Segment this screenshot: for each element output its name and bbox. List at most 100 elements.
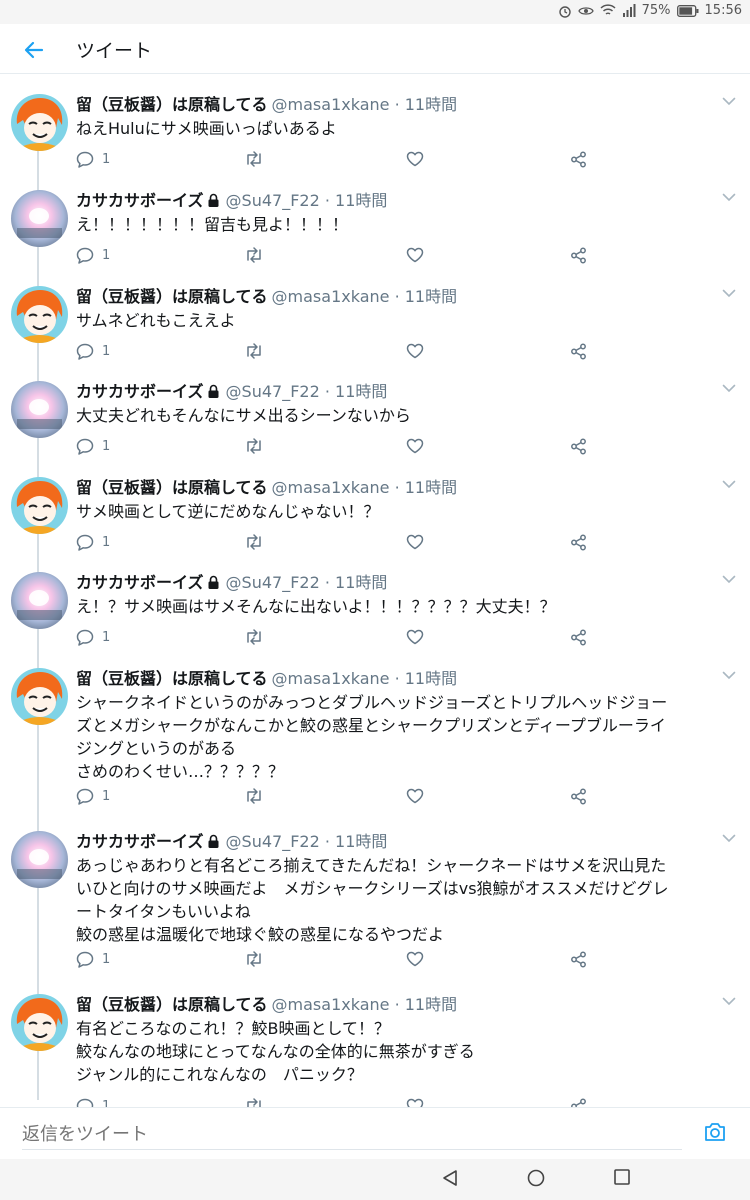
page-title: ツイート	[76, 40, 153, 62]
chevron-down-icon[interactable]	[722, 384, 736, 393]
user-name[interactable]: カサカサボーイズ	[76, 382, 204, 401]
like-button[interactable]	[406, 436, 424, 456]
tweet-time: · 11時間	[389, 995, 458, 1014]
tweet-text: シャークネイドというのがみっつとダブルヘッドジョーズとトリプルヘッドジョー ズと…	[76, 693, 668, 781]
reply-button[interactable]: 1	[76, 436, 110, 456]
retweet-button[interactable]	[244, 245, 264, 265]
user-handle[interactable]: @Su47_F22	[226, 573, 320, 592]
user-name[interactable]: 留（豆板醤）は原稿してる	[76, 287, 268, 306]
avatar[interactable]	[11, 381, 68, 438]
share-button[interactable]	[570, 341, 587, 361]
reply-button[interactable]: 1	[76, 341, 110, 361]
reply-count: 1	[102, 247, 111, 263]
chevron-down-icon[interactable]	[722, 997, 736, 1006]
avatar[interactable]	[11, 572, 68, 629]
like-button[interactable]	[406, 627, 424, 647]
tweet-header: 留（豆板醤）は原稿してる @masa1xkane · 11時間	[76, 668, 710, 690]
user-handle[interactable]: @masa1xkane	[272, 95, 390, 114]
like-button[interactable]	[406, 786, 424, 806]
reply-button[interactable]: 1	[76, 949, 110, 969]
avatar[interactable]	[11, 94, 68, 151]
reply-button[interactable]: 1	[76, 245, 110, 265]
share-button[interactable]	[570, 627, 587, 647]
lock-icon	[208, 834, 219, 848]
reply-count: 1	[102, 534, 111, 550]
user-handle[interactable]: @Su47_F22	[226, 191, 320, 210]
retweet-button[interactable]	[244, 949, 264, 969]
user-name[interactable]: 留（豆板醤）は原稿してる	[76, 95, 268, 114]
tweet-time: · 11時間	[389, 287, 458, 306]
share-button[interactable]	[570, 949, 587, 969]
user-name[interactable]: カサカサボーイズ	[76, 573, 204, 592]
share-button[interactable]	[570, 436, 587, 456]
user-handle[interactable]: @Su47_F22	[226, 832, 320, 851]
chevron-down-icon[interactable]	[722, 480, 736, 489]
retweet-button[interactable]	[244, 627, 264, 647]
like-button[interactable]	[406, 949, 424, 969]
retweet-icon	[247, 343, 261, 359]
avatar[interactable]	[11, 286, 68, 343]
heart-icon	[406, 788, 424, 804]
user-name[interactable]: 留（豆板醤）は原稿してる	[76, 995, 268, 1014]
tweet-header: 留（豆板醤）は原稿してる @masa1xkane · 11時間	[76, 477, 710, 499]
tweet-time: · 11時間	[319, 573, 388, 592]
arrow-left-icon[interactable]	[22, 38, 46, 62]
like-button[interactable]	[406, 532, 424, 552]
share-button[interactable]	[570, 245, 587, 265]
avatar[interactable]	[11, 831, 68, 888]
tweet-header: カサカサボーイズ @Su47_F22 · 11時間	[76, 831, 710, 853]
retweet-button[interactable]	[244, 436, 264, 456]
home-circle-icon[interactable]	[527, 1169, 545, 1187]
camera-icon[interactable]	[704, 1122, 726, 1142]
chevron-down-icon[interactable]	[722, 575, 736, 584]
chevron-down-icon[interactable]	[722, 671, 736, 680]
retweet-button[interactable]	[244, 149, 264, 169]
user-handle[interactable]: @masa1xkane	[272, 995, 390, 1014]
chevron-down-icon[interactable]	[722, 97, 736, 106]
chevron-down-icon[interactable]	[722, 834, 736, 843]
reply-count: 1	[102, 151, 111, 167]
heart-icon	[406, 343, 424, 359]
retweet-button[interactable]	[244, 786, 264, 806]
retweet-button[interactable]	[244, 341, 264, 361]
clock-time: 15:56	[704, 3, 742, 18]
like-button[interactable]	[406, 245, 424, 265]
signal-icon	[622, 4, 636, 17]
user-name[interactable]: カサカサボーイズ	[76, 832, 204, 851]
chevron-down-icon[interactable]	[722, 289, 736, 298]
recents-square-icon[interactable]	[614, 1169, 630, 1185]
share-button[interactable]	[570, 532, 587, 552]
user-name[interactable]: 留（豆板醤）は原稿してる	[76, 669, 268, 688]
like-button[interactable]	[406, 341, 424, 361]
like-button[interactable]	[406, 149, 424, 169]
avatar[interactable]	[11, 190, 68, 247]
tweet-header: 留（豆板醤）は原稿してる @masa1xkane · 11時間	[76, 994, 710, 1016]
avatar[interactable]	[11, 477, 68, 534]
share-button[interactable]	[570, 149, 587, 169]
tweet-actions: 1	[76, 786, 676, 806]
retweet-button[interactable]	[244, 532, 264, 552]
user-handle[interactable]: @Su47_F22	[226, 382, 320, 401]
back-triangle-icon[interactable]	[442, 1169, 458, 1187]
avatar[interactable]	[11, 668, 68, 725]
tweet-text: え！！！！！！！留吉も見よ！！！！	[76, 215, 349, 234]
user-name[interactable]: カサカサボーイズ	[76, 191, 204, 210]
user-handle[interactable]: @masa1xkane	[272, 478, 390, 497]
chevron-down-icon[interactable]	[722, 193, 736, 202]
user-handle[interactable]: @masa1xkane	[272, 287, 390, 306]
user-name[interactable]: 留（豆板醤）は原稿してる	[76, 478, 268, 497]
tweet-actions: 1	[76, 949, 676, 969]
tweet-actions: 1	[76, 436, 676, 456]
avatar[interactable]	[11, 994, 68, 1051]
reply-button[interactable]: 1	[76, 532, 110, 552]
reply-input[interactable]	[22, 1120, 682, 1150]
heart-icon	[406, 629, 424, 645]
user-handle[interactable]: @masa1xkane	[272, 669, 390, 688]
app-bar: ツイート	[0, 24, 750, 74]
share-button[interactable]	[570, 786, 587, 806]
tweet-text: 大丈夫どれもそんなにサメ出るシーンないから	[76, 406, 411, 425]
share-icon	[571, 438, 586, 454]
reply-button[interactable]: 1	[76, 627, 110, 647]
reply-button[interactable]: 1	[76, 149, 110, 169]
reply-button[interactable]: 1	[76, 786, 110, 806]
